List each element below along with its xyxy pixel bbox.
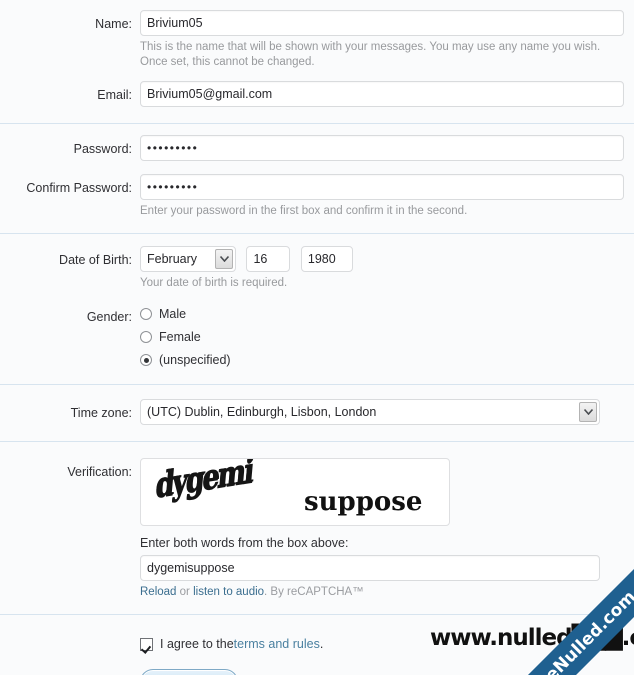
- section-submit: I agree to the terms and rules. Sign Up: [0, 615, 634, 675]
- verification-field-cell: dygemi suppose Enter both words from the…: [140, 458, 634, 598]
- gender-field-cell: Male Female (unspecified): [140, 303, 634, 372]
- captcha-answer-input[interactable]: [140, 555, 600, 581]
- captcha-audio-link[interactable]: listen to audio: [193, 586, 264, 598]
- gender-male-label: Male: [159, 307, 187, 321]
- gender-label: Gender:: [86, 310, 132, 324]
- captcha-links-separator: or: [176, 586, 194, 598]
- date-of-birth-label: Date of Birth:: [59, 253, 132, 267]
- confirm-password-hint: Enter your password in the first box and…: [140, 205, 468, 217]
- email-field-cell: [140, 81, 634, 107]
- confirm-password-input[interactable]: [140, 174, 624, 200]
- name-input[interactable]: [140, 10, 624, 36]
- terms-prefix: I agree to the: [160, 637, 234, 651]
- registration-form-page: Name: This is the name that will be show…: [0, 0, 634, 675]
- section-personal: Date of Birth: February Your date of bir…: [0, 234, 634, 384]
- gender-option-female[interactable]: Female: [140, 326, 624, 348]
- time-zone-label: Time zone:: [70, 406, 132, 420]
- captcha-image: dygemi suppose: [140, 458, 450, 526]
- email-label: Email:: [97, 88, 132, 102]
- radio-unspecified-icon[interactable]: [140, 354, 152, 366]
- terms-agreement[interactable]: I agree to the terms and rules.: [140, 637, 624, 651]
- captcha-prompt: Enter both words from the box above:: [140, 536, 349, 550]
- field-row-password: Password:: [0, 135, 634, 163]
- time-zone-value: (UTC) Dublin, Edinburgh, Lisbon, London: [147, 405, 377, 419]
- email-input[interactable]: [140, 81, 624, 107]
- field-row-verification: Verification: dygemi suppose Enter both …: [0, 458, 634, 598]
- radio-male-icon[interactable]: [140, 308, 152, 320]
- password-input[interactable]: [140, 135, 624, 161]
- gender-female-label: Female: [159, 330, 201, 344]
- verification-label: Verification:: [67, 465, 132, 479]
- field-row-date-of-birth: Date of Birth: February Your date of bir…: [0, 246, 634, 291]
- section-password: Password: Confirm Password: Enter your p…: [0, 124, 634, 233]
- radio-female-icon[interactable]: [140, 331, 152, 343]
- name-field-cell: This is the name that will be shown with…: [140, 10, 634, 70]
- password-label: Password:: [73, 142, 132, 156]
- confirm-password-field-cell: Enter your password in the first box and…: [140, 174, 634, 219]
- birth-year-input[interactable]: [300, 246, 353, 272]
- field-row-gender: Gender: Male Female (unspecified): [0, 303, 634, 372]
- chevron-down-icon[interactable]: [579, 402, 597, 422]
- gender-option-male[interactable]: Male: [140, 303, 624, 325]
- confirm-password-label: Confirm Password:: [26, 181, 132, 195]
- terms-suffix: .: [319, 637, 324, 651]
- gender-unspecified-label: (unspecified): [159, 353, 231, 367]
- date-of-birth-field-cell: February Your date of birth is required.: [140, 246, 634, 291]
- date-of-birth-hint: Your date of birth is required.: [140, 277, 288, 289]
- chevron-down-icon[interactable]: [215, 249, 233, 269]
- terms-checkbox[interactable]: [140, 637, 153, 651]
- terms-and-rules-link[interactable]: terms and rules: [234, 637, 320, 651]
- captcha-provider-text: . By reCAPTCHA™: [264, 586, 364, 598]
- section-timezone: Time zone: (UTC) Dublin, Edinburgh, Lisb…: [0, 385, 634, 441]
- captcha-reload-link[interactable]: Reload: [140, 586, 176, 598]
- birth-month-select[interactable]: February: [140, 246, 236, 272]
- sign-up-button[interactable]: Sign Up: [140, 669, 239, 675]
- section-verification: Verification: dygemi suppose Enter both …: [0, 442, 634, 614]
- field-row-time-zone: Time zone: (UTC) Dublin, Edinburgh, Lisb…: [0, 399, 634, 427]
- field-row-email: Email:: [0, 81, 634, 123]
- terms-row: I agree to the terms and rules. Sign Up: [0, 637, 634, 675]
- captcha-word-2: suppose: [304, 487, 423, 517]
- birth-month-value: February: [147, 252, 198, 266]
- time-zone-field-cell: (UTC) Dublin, Edinburgh, Lisbon, London: [140, 399, 634, 425]
- password-field-cell: [140, 135, 634, 161]
- gender-option-unspecified[interactable]: (unspecified): [140, 349, 624, 371]
- time-zone-select[interactable]: (UTC) Dublin, Edinburgh, Lisbon, London: [140, 399, 600, 425]
- terms-field-cell: I agree to the terms and rules. Sign Up: [140, 637, 634, 675]
- captcha-links: Reload or listen to audio. By reCAPTCHA™: [140, 586, 624, 598]
- name-label: Name:: [95, 17, 132, 31]
- field-row-confirm-password: Confirm Password: Enter your password in…: [0, 174, 634, 219]
- name-hint: This is the name that will be shown with…: [140, 41, 601, 68]
- birth-day-input[interactable]: [246, 246, 291, 272]
- captcha-word-1: dygemi: [153, 458, 254, 507]
- field-row-name: Name: This is the name that will be show…: [0, 10, 634, 70]
- section-identity: Name: This is the name that will be show…: [0, 0, 634, 123]
